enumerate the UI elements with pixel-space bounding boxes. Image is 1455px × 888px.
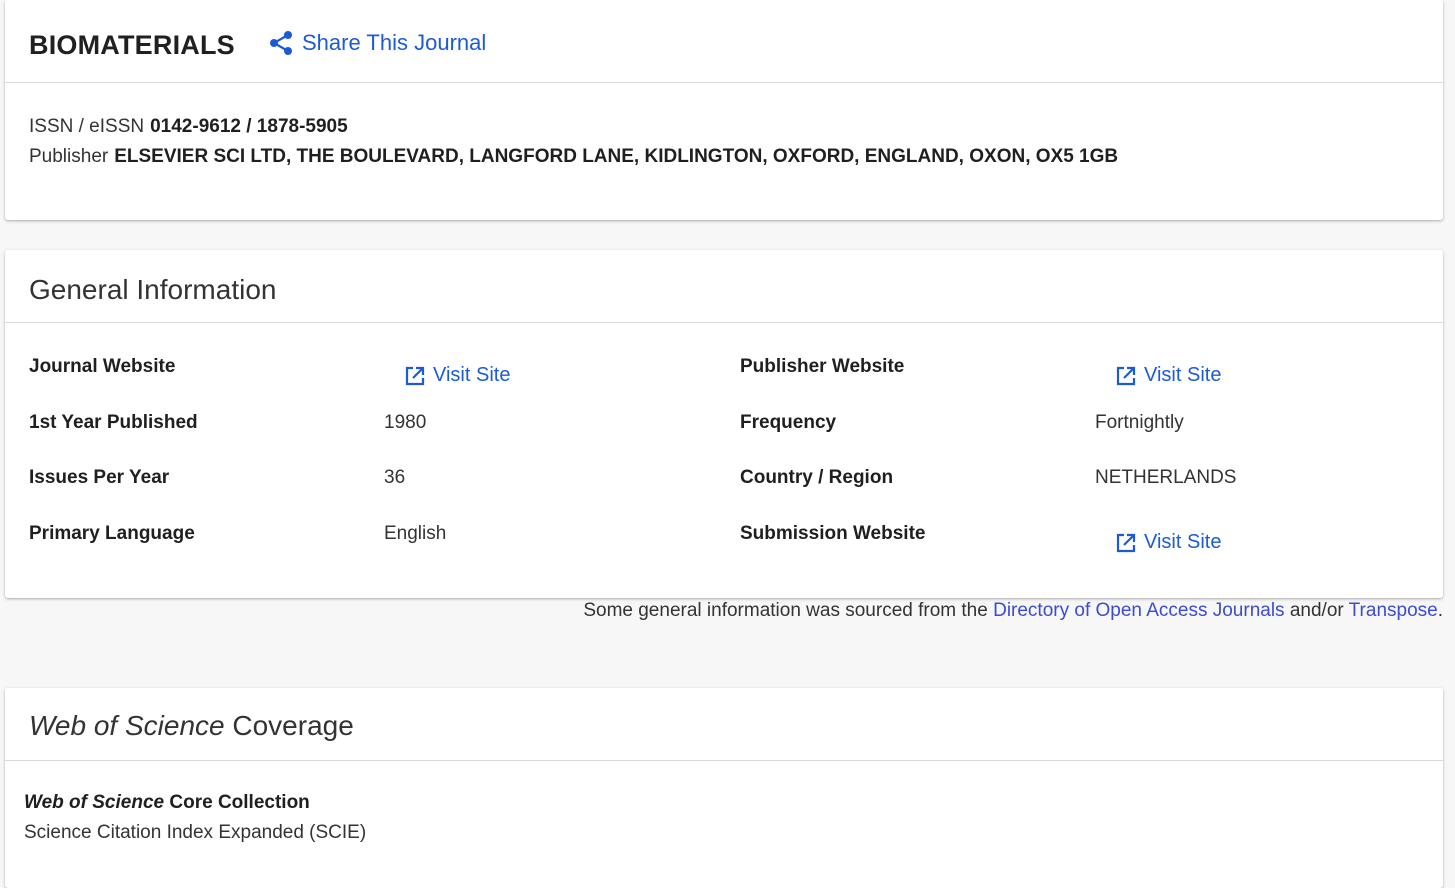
primary-language-label: Primary Language <box>29 523 195 544</box>
frequency-value: Fortnightly <box>1095 412 1184 433</box>
issn-value: 0142-9612 / 1878-5905 <box>150 116 348 137</box>
journal-title: BIOMATERIALS <box>29 30 235 60</box>
coverage-divider <box>5 760 1443 761</box>
visit-site-label: Visit Site <box>1144 531 1222 553</box>
share-icon <box>270 31 292 55</box>
collection-title-rest: Core Collection <box>164 792 310 813</box>
visit-site-label: Visit Site <box>433 364 511 386</box>
share-label: Share This Journal <box>302 30 487 55</box>
submission-website-link[interactable]: Visit Site <box>1116 531 1221 554</box>
primary-language-value: English <box>384 523 447 544</box>
visit-site-label: Visit Site <box>1144 364 1222 386</box>
general-divider <box>5 322 1443 323</box>
collection-title: Web of Science Core Collection <box>24 792 310 814</box>
general-information-card: General Information Journal Website Visi… <box>5 250 1443 598</box>
general-information-title: General Information <box>29 274 277 305</box>
journal-website-label: Journal Website <box>29 356 176 377</box>
publisher-line: Publisher ELSEVIER SCI LTD, THE BOULEVARD… <box>29 146 1118 168</box>
coverage-title-italic: Web of Science <box>29 710 225 741</box>
journal-website-link[interactable]: Visit Site <box>405 364 510 387</box>
external-link-icon <box>1116 366 1136 385</box>
index-name: Science Citation Index Expanded (SCIE) <box>24 822 367 843</box>
publisher-website-link[interactable]: Visit Site <box>1116 364 1221 387</box>
source-note-suffix: . <box>1437 600 1443 621</box>
issues-per-year-label: Issues Per Year <box>29 467 170 488</box>
publisher-label: Publisher <box>29 146 109 167</box>
first-year-value: 1980 <box>384 412 427 433</box>
issn-line: ISSN / eISSN 0142-9612 / 1878-5905 <box>29 116 348 138</box>
issues-per-year-value: 36 <box>384 467 406 488</box>
first-year-label: 1st Year Published <box>29 412 198 433</box>
journal-header-card: BIOMATERIALS Share This Journal ISSN / e… <box>5 0 1443 220</box>
country-region-label: Country / Region <box>740 467 894 488</box>
issn-label: ISSN / eISSN <box>29 116 145 137</box>
coverage-card: Web of Science Coverage <box>5 688 1443 888</box>
doaj-link[interactable]: Directory of Open Access Journals <box>993 600 1284 621</box>
publisher-value: ELSEVIER SCI LTD, THE BOULEVARD, LANGFOR… <box>114 146 1119 167</box>
submission-website-label: Submission Website <box>740 523 926 544</box>
source-note-prefix: Some general information was sourced fro… <box>583 600 994 621</box>
coverage-title-rest: Coverage <box>224 710 354 741</box>
external-link-icon <box>405 366 425 385</box>
share-journal-button[interactable]: Share This Journal <box>269 30 486 56</box>
frequency-label: Frequency <box>740 412 837 433</box>
publisher-website-label: Publisher Website <box>740 356 905 377</box>
source-note: Some general information was sourced fro… <box>583 600 1443 622</box>
collection-title-italic: Web of Science <box>24 792 165 813</box>
coverage-title: Web of Science Coverage <box>29 710 354 742</box>
country-region-value: NETHERLANDS <box>1095 467 1237 488</box>
header-divider <box>5 82 1443 83</box>
external-link-icon <box>1116 533 1136 552</box>
source-note-middle: and/or <box>1284 600 1349 621</box>
transpose-link[interactable]: Transpose <box>1349 600 1438 621</box>
